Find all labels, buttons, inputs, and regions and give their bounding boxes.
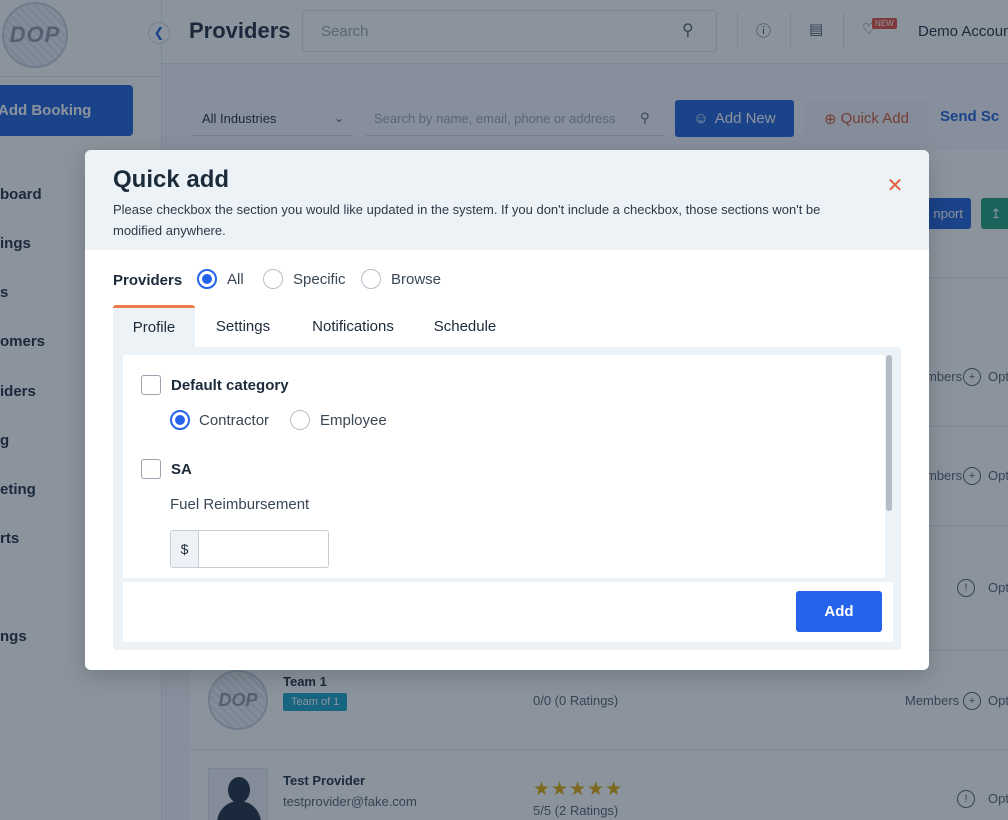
profile-fields-scroll-area[interactable]: Default category Contractor Employee SA … [123, 355, 885, 578]
scope-radio-specific[interactable] [263, 269, 283, 289]
modal-description: Please checkbox the section you would li… [113, 202, 821, 238]
scope-radio-all[interactable] [197, 269, 217, 289]
tab-schedule[interactable]: Schedule [425, 305, 505, 347]
category-radio-employee[interactable] [290, 410, 310, 430]
scope-radio-specific-label[interactable]: Specific [293, 271, 346, 288]
sa-checkbox[interactable] [141, 459, 161, 479]
modal-title: Quick add [113, 166, 230, 193]
category-radio-contractor-label[interactable]: Contractor [199, 412, 269, 429]
fuel-reimbursement-label: Fuel Reimbursement [170, 496, 310, 513]
currency-prefix: $ [171, 531, 199, 567]
scope-radio-browse-label[interactable]: Browse [391, 271, 441, 288]
modal-header: Quick add Please checkbox the section yo… [85, 150, 929, 250]
default-category-label: Default category [171, 377, 289, 394]
profile-tab-panel: Default category Contractor Employee SA … [113, 347, 901, 650]
fuel-reimbursement-input[interactable] [200, 531, 328, 567]
scope-radio-browse[interactable] [361, 269, 381, 289]
scrollbar[interactable] [886, 355, 892, 511]
providers-scope-label: Providers [113, 272, 183, 289]
fuel-reimbursement-field: $ [170, 530, 329, 568]
tab-settings[interactable]: Settings [203, 305, 283, 347]
default-category-checkbox[interactable] [141, 375, 161, 395]
category-radio-contractor[interactable] [170, 410, 190, 430]
category-radio-employee-label[interactable]: Employee [320, 412, 387, 429]
tab-notifications[interactable]: Notifications [299, 305, 407, 347]
tab-profile[interactable]: Profile [113, 305, 195, 347]
scope-radio-all-label[interactable]: All [227, 271, 244, 288]
close-icon[interactable]: ✕ [885, 176, 905, 196]
add-button[interactable]: Add [796, 591, 882, 632]
quick-add-modal: Quick add Please checkbox the section yo… [85, 150, 929, 670]
modal-footer: Add [123, 582, 893, 642]
sa-label: SA [171, 461, 192, 478]
